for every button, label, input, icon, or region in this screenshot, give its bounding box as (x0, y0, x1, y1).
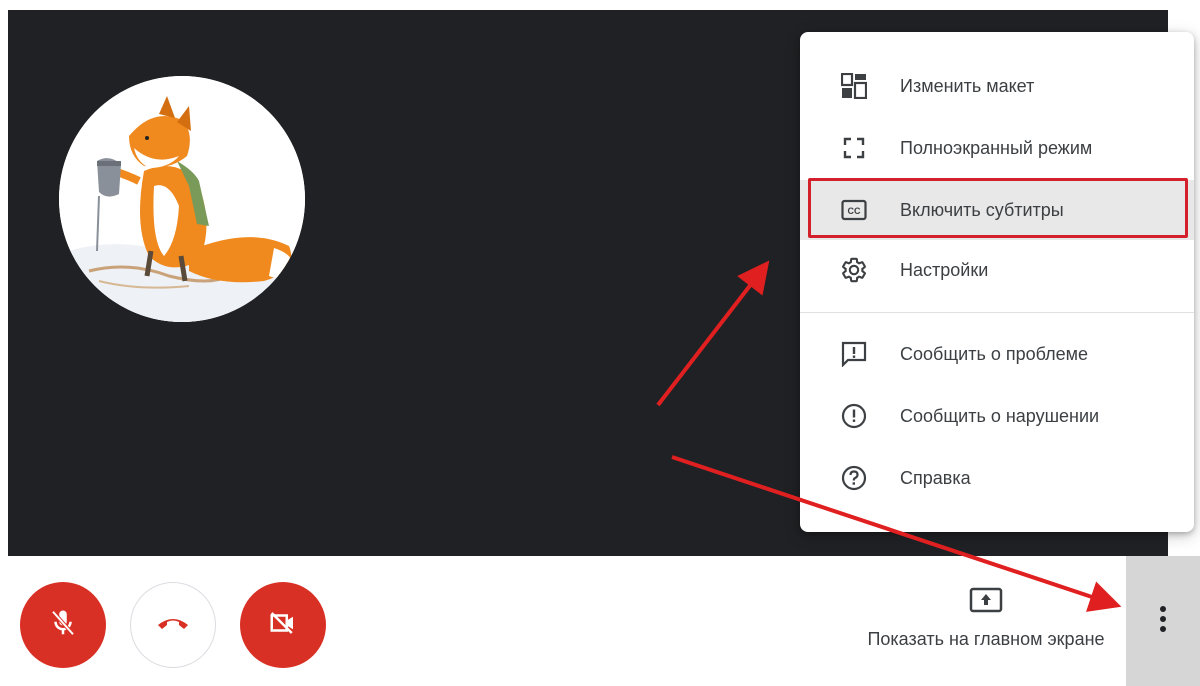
menu-item-label: Справка (900, 467, 971, 488)
mic-off-icon (48, 608, 78, 643)
menu-item-help[interactable]: Справка (800, 448, 1194, 508)
menu-item-label: Настройки (900, 259, 989, 280)
camera-off-icon (267, 608, 299, 643)
menu-item-label: Сообщить о нарушении (900, 405, 1100, 426)
menu-item-label: Изменить макет (900, 75, 1035, 96)
menu-item-settings[interactable]: Настройки (800, 240, 1194, 300)
present-screen-button[interactable]: Показать на главном экране (836, 586, 1136, 656)
menu-item-report-abuse[interactable]: Сообщить о нарушении (800, 386, 1194, 446)
present-screen-icon (969, 586, 1003, 619)
more-vert-icon (1159, 605, 1167, 638)
mic-toggle-button[interactable] (20, 582, 106, 668)
hangup-button[interactable] (130, 582, 216, 668)
report-icon (840, 402, 868, 430)
feedback-icon (840, 340, 868, 368)
menu-item-report-problem[interactable]: Сообщить о проблеме (800, 324, 1194, 384)
menu-divider (800, 312, 1194, 313)
call-controls-bar: Показать на главном экране (8, 556, 1200, 686)
meet-window: Показать на главном экране Изменить маке… (0, 0, 1200, 686)
phone-hangup-icon (155, 613, 191, 638)
gear-icon (840, 256, 868, 284)
menu-item-label: Полноэкранный режим (900, 137, 1093, 158)
menu-item-label: Сообщить о проблеме (900, 343, 1088, 364)
menu-item-change-layout[interactable]: Изменить макет (800, 56, 1194, 116)
menu-item-fullscreen[interactable]: Полноэкранный режим (800, 118, 1194, 178)
more-options-button[interactable] (1126, 556, 1200, 686)
annotation-highlight-box (808, 178, 1188, 238)
layout-icon (840, 72, 868, 100)
help-icon (840, 464, 868, 492)
present-screen-label: Показать на главном экране (867, 629, 1105, 649)
more-options-menu: Изменить макет Полноэкранный режим CC Вк… (800, 32, 1194, 532)
camera-toggle-button[interactable] (240, 582, 326, 668)
participant-avatar (59, 76, 305, 322)
fullscreen-icon (840, 134, 868, 162)
